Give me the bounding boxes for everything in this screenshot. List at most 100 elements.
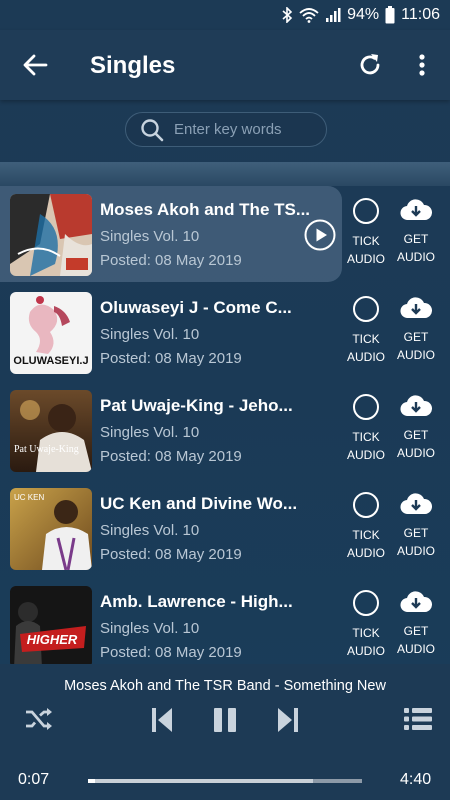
shuffle-button[interactable] (24, 706, 54, 737)
playlist-icon (404, 708, 432, 730)
tick-label: AUDIO (346, 448, 385, 462)
song-title: Amb. Lawrence - High... (100, 592, 293, 611)
buffer-bar (88, 779, 313, 783)
list-item[interactable]: OLUWASEYI.J Oluwaseyi J - Come C... Sing… (0, 284, 450, 380)
radio-circle-icon (353, 492, 379, 518)
tick-label: TICK (352, 430, 380, 444)
list-item[interactable]: Moses Akoh and The TS... Singles Vol. 10… (0, 186, 450, 282)
cloud-download-icon (400, 395, 432, 417)
tick-label: AUDIO (346, 644, 385, 658)
pause-icon (214, 708, 236, 732)
status-bar: 94% 11:06 (0, 0, 450, 30)
page-title: Singles (90, 52, 176, 79)
cloud-download-icon (400, 591, 432, 613)
list-item[interactable]: HIGHER Amb. Lawrence - High... Singles V… (0, 578, 450, 664)
song-title: Oluwaseyi J - Come C... (100, 298, 292, 317)
tick-audio-button[interactable]: TICK AUDIO (346, 590, 386, 660)
now-playing-title: Moses Akoh and The TSR Band - Something … (64, 678, 386, 694)
search-input[interactable] (174, 121, 314, 138)
get-audio-button[interactable]: GET AUDIO (394, 198, 438, 266)
song-title: UC Ken and Divine Wo... (100, 494, 298, 513)
get-audio-button[interactable]: GET AUDIO (394, 394, 438, 462)
pause-button[interactable] (212, 706, 238, 739)
get-label: AUDIO (396, 642, 435, 656)
radio-circle-icon (353, 590, 379, 616)
cover-text: UC KEN (14, 493, 44, 502)
tick-audio-button[interactable]: TICK AUDIO (346, 198, 386, 268)
clock: 11:06 (401, 6, 440, 23)
get-audio-button[interactable]: GET AUDIO (394, 296, 438, 364)
tick-label: AUDIO (346, 350, 385, 364)
song-list[interactable]: Moses Akoh and The TS... Singles Vol. 10… (0, 186, 450, 664)
shuffle-icon (26, 708, 52, 730)
next-button[interactable] (276, 706, 300, 739)
tick-label: TICK (352, 528, 380, 542)
get-label: AUDIO (396, 446, 435, 460)
list-item[interactable]: Pat Uwaje-King Pat Uwaje-King - Jeho... … (0, 382, 450, 478)
tick-label: TICK (352, 626, 380, 640)
play-button[interactable] (304, 219, 336, 251)
album-cover: HIGHER (10, 586, 92, 664)
list-divider (0, 162, 450, 186)
song-album: Singles Vol. 10 (100, 620, 200, 637)
cloud-download-icon (400, 493, 432, 515)
cover-text: HIGHER (27, 632, 78, 647)
tick-audio-button[interactable]: TICK AUDIO (346, 492, 386, 562)
cover-text: Pat Uwaje-King (14, 444, 79, 455)
cloud-download-icon (400, 297, 432, 319)
tick-label: AUDIO (346, 546, 385, 560)
get-audio-button[interactable]: GET AUDIO (394, 590, 438, 658)
song-date: Posted: 08 May 2019 (100, 252, 242, 269)
tick-audio-button[interactable]: TICK AUDIO (346, 394, 386, 464)
song-title: Pat Uwaje-King - Jeho... (100, 396, 293, 415)
refresh-button[interactable] (357, 52, 383, 78)
album-cover: OLUWASEYI.J (10, 292, 92, 374)
get-label: GET (403, 428, 429, 442)
get-label: AUDIO (396, 544, 435, 558)
back-button[interactable] (22, 52, 48, 78)
mini-player: Moses Akoh and The TSR Band - Something … (0, 664, 450, 800)
search-box[interactable] (125, 112, 327, 147)
play-circle-icon (304, 219, 336, 251)
skip-previous-icon (152, 708, 172, 732)
get-label: GET (403, 526, 429, 540)
bluetooth-icon (281, 7, 293, 23)
album-cover (10, 194, 92, 276)
song-album: Singles Vol. 10 (100, 326, 200, 343)
album-cover: UC KEN (10, 488, 92, 570)
skip-next-icon (278, 708, 298, 732)
previous-button[interactable] (150, 706, 174, 739)
battery-percent: 94% (347, 6, 380, 23)
battery-icon (385, 6, 395, 24)
arrow-left-icon (23, 54, 48, 76)
song-date: Posted: 08 May 2019 (100, 350, 242, 367)
song-date: Posted: 08 May 2019 (100, 546, 242, 563)
search-icon (141, 118, 164, 141)
album-cover: Pat Uwaje-King (10, 390, 92, 472)
list-item[interactable]: UC KEN UC Ken and Divine Wo... Singles V… (0, 480, 450, 576)
get-label: AUDIO (396, 348, 435, 362)
get-label: GET (403, 232, 429, 246)
cover-text: OLUWASEYI.J (13, 355, 88, 367)
duration-time: 4:40 (400, 771, 432, 788)
song-title: Moses Akoh and The TS... (100, 200, 310, 219)
tick-audio-button[interactable]: TICK AUDIO (346, 296, 386, 366)
radio-circle-icon (353, 198, 379, 224)
tick-label: TICK (352, 234, 380, 248)
get-audio-button[interactable]: GET AUDIO (394, 492, 438, 560)
wifi-icon (299, 7, 319, 23)
app-bar: Singles (0, 30, 450, 100)
tick-label: AUDIO (346, 252, 385, 266)
more-options-button[interactable] (412, 52, 432, 78)
tick-label: TICK (352, 332, 380, 346)
progress-fill (88, 779, 95, 783)
song-album: Singles Vol. 10 (100, 424, 200, 441)
song-date: Posted: 08 May 2019 (100, 644, 242, 661)
get-label: AUDIO (396, 250, 435, 264)
elapsed-time: 0:07 (18, 771, 50, 788)
seek-bar[interactable] (88, 779, 362, 783)
song-album: Singles Vol. 10 (100, 522, 200, 539)
radio-circle-icon (353, 296, 379, 322)
more-vert-icon (419, 54, 425, 76)
playlist-button[interactable] (403, 706, 433, 737)
